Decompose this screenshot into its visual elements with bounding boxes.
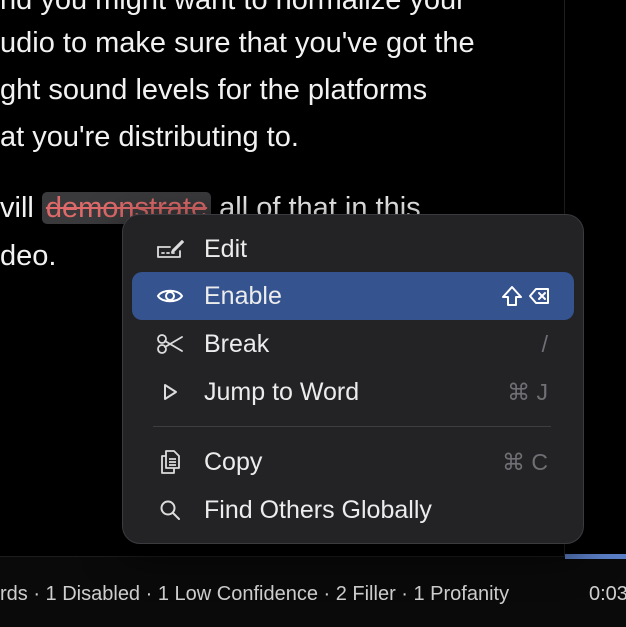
eye-icon xyxy=(156,284,184,308)
edit-icon xyxy=(156,237,184,261)
timecode: 0:03 xyxy=(589,583,626,605)
shortcut-slash: / xyxy=(541,331,548,357)
transcript-line: at you're distributing to. xyxy=(0,121,299,153)
menu-item-find-others-globally[interactable]: Find Others Globally xyxy=(132,486,574,534)
transcript-line: deo. xyxy=(0,240,57,272)
menu-item-label: Enable xyxy=(204,282,282,310)
transcript-line: ght sound levels for the platforms xyxy=(0,74,428,106)
menu-separator xyxy=(153,426,551,427)
word-stats: rds · 1 Disabled · 1 Low Confidence · 2 … xyxy=(0,583,510,605)
menu-item-label: Break xyxy=(204,330,270,358)
menu-item-copy[interactable]: Copy ⌘ C xyxy=(132,438,574,486)
play-triangle-icon xyxy=(156,380,184,404)
transcript-text: vill xyxy=(0,192,42,224)
shortcut-shift-delete xyxy=(500,284,550,308)
search-icon xyxy=(156,498,184,522)
menu-item-enable[interactable]: Enable xyxy=(132,272,574,320)
delete-key-icon xyxy=(529,288,549,304)
shortcut-cmd-j: ⌘ J xyxy=(507,379,548,405)
menu-item-jump-to-word[interactable]: Jump to Word ⌘ J xyxy=(132,368,574,416)
menu-item-edit[interactable]: Edit xyxy=(132,225,574,273)
copy-icon xyxy=(156,450,184,474)
menu-item-label: Edit xyxy=(204,235,248,263)
transcript-line: udio to make sure that you've got the xyxy=(0,27,475,59)
scissors-icon xyxy=(156,332,184,356)
menu-item-break[interactable]: Break / xyxy=(132,320,574,368)
playback-progress-bar[interactable] xyxy=(565,554,626,559)
shortcut-cmd-c: ⌘ C xyxy=(502,449,548,475)
menu-item-label: Jump to Word xyxy=(204,378,360,406)
menu-item-label: Find Others Globally xyxy=(204,496,432,524)
shift-key-icon xyxy=(502,286,522,306)
context-menu: Edit Enable Break / Jump to Word ⌘ J Cop… xyxy=(122,214,584,544)
transcript-line: nd you might want to normalize your xyxy=(0,0,466,16)
menu-item-label: Copy xyxy=(204,448,263,476)
